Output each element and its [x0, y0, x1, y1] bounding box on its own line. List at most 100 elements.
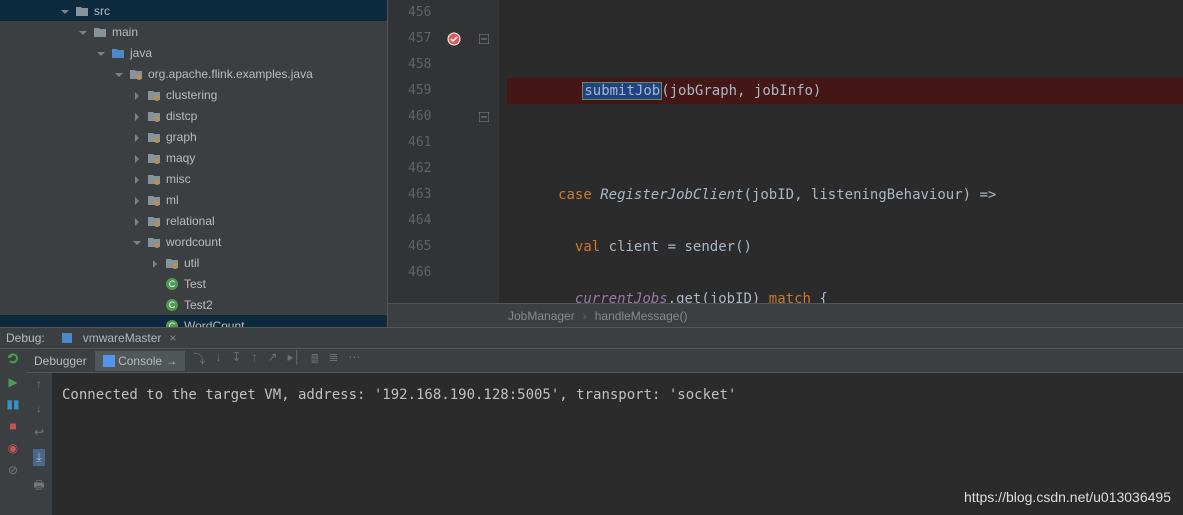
rerun-icon[interactable]: [6, 351, 20, 368]
tree-item-label: distcp: [166, 109, 197, 123]
tree-item[interactable]: clustering: [0, 84, 387, 105]
chevron-none-icon[interactable]: [150, 300, 160, 310]
debug-toolwindow-header[interactable]: Debug: vmwareMaster ×: [0, 327, 1183, 349]
tree-item-label: Test: [184, 277, 206, 291]
tree-item[interactable]: distcp: [0, 105, 387, 126]
step-over-icon[interactable]: ⤵: [193, 350, 205, 371]
pause-icon[interactable]: ▮▮: [6, 397, 19, 411]
down-icon[interactable]: ↓: [36, 401, 42, 415]
tree-item-label: util: [184, 256, 199, 270]
tree-item-label: src: [94, 4, 110, 18]
chevron-right-icon[interactable]: [132, 153, 142, 163]
up-icon[interactable]: ↑: [36, 377, 42, 391]
tree-item[interactable]: C WordCount: [0, 315, 387, 327]
tree-item-label: wordcount: [166, 235, 221, 249]
debug-step-toolbar: ⤵ ↓ ↧ ↑ ↗ ▸│ 🖩 ≣ ⋯: [193, 350, 360, 371]
close-icon[interactable]: ×: [169, 331, 176, 345]
package-icon: [146, 234, 162, 250]
chevron-down-icon[interactable]: [78, 27, 88, 37]
scroll-end-icon[interactable]: ⤓: [33, 449, 44, 466]
tree-item-label: relational: [166, 214, 215, 228]
tree-item[interactable]: relational: [0, 210, 387, 231]
chevron-right-icon[interactable]: [150, 258, 160, 268]
package-icon: [146, 213, 162, 229]
tree-item[interactable]: wordcount: [0, 231, 387, 252]
chevron-down-icon[interactable]: [114, 69, 124, 79]
force-step-into-icon[interactable]: ↧: [231, 350, 241, 371]
tree-item[interactable]: src: [0, 0, 387, 21]
console-left-toolbar: ↑ ↓ ↩ ⤓ 🖶: [26, 373, 52, 515]
run-config-tab[interactable]: vmwareMaster ×: [53, 328, 183, 348]
chevron-right-icon[interactable]: [132, 132, 142, 142]
package-icon: [128, 66, 144, 82]
folder-open-icon: [74, 3, 90, 19]
chevron-right-icon[interactable]: [132, 111, 142, 121]
package-icon: [146, 108, 162, 124]
mute-breakpoints-icon[interactable]: ⊘: [8, 463, 18, 477]
tree-item-label: misc: [166, 172, 191, 186]
chevron-down-icon[interactable]: [60, 6, 70, 16]
run-to-cursor-icon[interactable]: ▸│: [288, 350, 302, 371]
more-icon[interactable]: ⋯: [348, 350, 360, 371]
stop-icon[interactable]: ■: [9, 419, 16, 433]
chevron-right-icon[interactable]: [132, 195, 142, 205]
debug-left-toolbar: [0, 349, 26, 373]
chevron-down-icon[interactable]: [132, 237, 142, 247]
watermark: https://blog.csdn.net/u013036495: [964, 489, 1171, 505]
drop-frame-icon[interactable]: ↗: [268, 350, 278, 371]
tree-item-label: WordCount: [184, 319, 244, 328]
folder-blue-icon: [110, 45, 126, 61]
package-icon: [146, 129, 162, 145]
breadcrumb[interactable]: JobManager › handleMessage(): [388, 303, 1183, 327]
chevron-right-icon[interactable]: [132, 90, 142, 100]
class-icon: C: [164, 318, 180, 328]
class-icon: C: [164, 297, 180, 313]
breadcrumb-item[interactable]: JobManager: [508, 309, 575, 323]
tree-item[interactable]: org.apache.flink.examples.java: [0, 63, 387, 84]
tree-item[interactable]: graph: [0, 126, 387, 147]
package-icon: [146, 192, 162, 208]
code-content[interactable]: submitJob(jobGraph, jobInfo) case Regist…: [499, 0, 1183, 303]
step-into-icon[interactable]: ↓: [215, 350, 221, 371]
package-icon: [146, 171, 162, 187]
fold-icon[interactable]: [477, 112, 491, 122]
chevron-right-icon[interactable]: [132, 216, 142, 226]
evaluate-icon[interactable]: 🖩: [311, 350, 318, 371]
tree-item-label: org.apache.flink.examples.java: [148, 67, 313, 81]
trace-icon[interactable]: ≣: [328, 350, 338, 371]
chevron-none-icon[interactable]: [150, 279, 160, 289]
tree-item[interactable]: java: [0, 42, 387, 63]
tree-item-label: graph: [166, 130, 197, 144]
soft-wrap-icon[interactable]: ↩: [34, 425, 44, 439]
tree-item[interactable]: misc: [0, 168, 387, 189]
package-icon: [164, 255, 180, 271]
tab-debugger[interactable]: Debugger: [26, 351, 95, 371]
tree-item-label: clustering: [166, 88, 217, 102]
step-out-icon[interactable]: ↑: [252, 350, 258, 371]
tree-item[interactable]: maqy: [0, 147, 387, 168]
package-icon: [146, 150, 162, 166]
tab-console[interactable]: Console →: [95, 351, 186, 371]
view-breakpoints-icon[interactable]: ◉: [8, 441, 18, 455]
package-icon: [146, 87, 162, 103]
project-tree[interactable]: srcmain java org.apache.flink.examples.jav…: [0, 0, 387, 327]
tree-item[interactable]: ml: [0, 189, 387, 210]
chevron-down-icon[interactable]: [96, 48, 106, 58]
tree-item-label: main: [112, 25, 138, 39]
tree-item[interactable]: main: [0, 21, 387, 42]
app-icon: [59, 330, 75, 346]
fold-icon[interactable]: [477, 34, 491, 44]
print-icon[interactable]: 🖶: [33, 476, 44, 497]
chevron-right-icon[interactable]: [132, 174, 142, 184]
svg-text:C: C: [169, 300, 176, 310]
breadcrumb-item[interactable]: handleMessage(): [595, 309, 688, 323]
tree-item-label: java: [130, 46, 152, 60]
breakpoint-icon[interactable]: [437, 32, 471, 46]
debug-left-toolbar2: ▶ ▮▮ ■ ◉ ⊘: [0, 373, 26, 515]
tree-item[interactable]: util: [0, 252, 387, 273]
code-editor[interactable]: 456 457 458 459 460 461 462 463 464 465 …: [387, 0, 1183, 327]
tree-item[interactable]: CTest: [0, 273, 387, 294]
tree-item[interactable]: CTest2: [0, 294, 387, 315]
tree-item-label: maqy: [166, 151, 195, 165]
resume-icon[interactable]: ▶: [8, 375, 17, 389]
